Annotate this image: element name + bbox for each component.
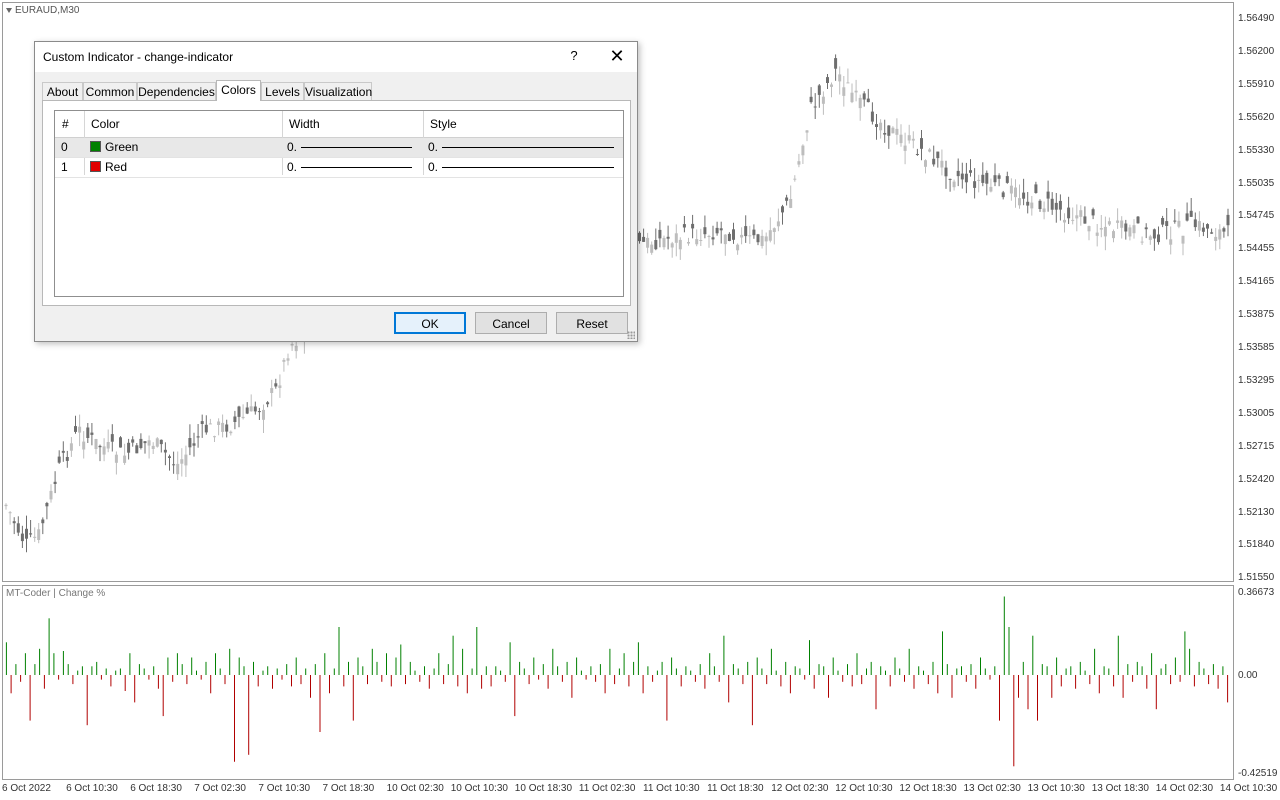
price-tick-label: 1.52715 — [1238, 440, 1275, 452]
time-tick-label: 14 Oct 10:30 — [1219, 783, 1278, 794]
tab-colors[interactable]: Colors — [216, 80, 261, 101]
color-swatch[interactable] — [90, 141, 101, 152]
width-value[interactable]: 0. — [287, 160, 297, 174]
time-tick-label: 12 Oct 18:30 — [899, 783, 957, 794]
time-tick-label: 13 Oct 10:30 — [1027, 783, 1085, 794]
style-line-preview — [442, 147, 614, 148]
indicator-axis-max: 0.36673 — [1238, 587, 1275, 598]
cancel-button[interactable]: Cancel — [475, 312, 547, 334]
time-tick-label: 10 Oct 18:30 — [514, 783, 573, 794]
time-tick-label: 11 Oct 18:30 — [707, 783, 764, 794]
dialog-titlebar[interactable]: Custom Indicator - change-indicator ? ✕ — [35, 42, 637, 72]
width-line-preview — [301, 167, 412, 168]
row-index: 0 — [61, 140, 68, 154]
dialog-title: Custom Indicator - change-indicator — [43, 50, 234, 64]
width-value[interactable]: 0. — [287, 140, 297, 154]
time-tick-label: 6 Oct 18:30 — [130, 783, 182, 794]
style-value[interactable]: 0. — [428, 140, 438, 154]
color-name[interactable]: Red — [105, 160, 127, 174]
time-tick-label: 7 Oct 18:30 — [322, 783, 375, 794]
colors-table[interactable]: # Color Width Style 0 Green 0. 0. 1 Red — [54, 110, 624, 297]
style-value[interactable]: 0. — [428, 160, 438, 174]
header-color: Color — [91, 117, 120, 131]
colors-tab-panel: # Color Width Style 0 Green 0. 0. 1 Red — [42, 100, 631, 306]
time-tick-label: 6 Oct 2022 — [2, 783, 51, 794]
tab-levels[interactable]: Levels — [261, 82, 304, 100]
custom-indicator-dialog[interactable]: Custom Indicator - change-indicator ? ✕ … — [34, 41, 638, 342]
price-tick-label: 1.53295 — [1238, 374, 1275, 386]
time-tick-label: 12 Oct 02:30 — [771, 783, 829, 794]
table-row[interactable]: 0 Green 0. 0. — [55, 138, 623, 158]
color-name[interactable]: Green — [105, 140, 138, 154]
width-line-preview — [301, 147, 412, 148]
price-tick-label: 1.51840 — [1238, 539, 1275, 551]
color-swatch[interactable] — [90, 161, 101, 172]
header-style: Style — [430, 117, 457, 131]
price-tick-label: 1.54745 — [1238, 210, 1275, 222]
time-tick-label: 14 Oct 02:30 — [1155, 783, 1214, 794]
indicator-axis-zero: 0.00 — [1238, 670, 1258, 681]
time-tick-label: 7 Oct 02:30 — [194, 783, 246, 794]
price-tick-label: 1.53875 — [1238, 309, 1275, 321]
close-button[interactable]: ✕ — [607, 46, 627, 67]
price-tick-label: 1.51550 — [1238, 572, 1275, 584]
tab-about[interactable]: About — [42, 82, 83, 100]
style-line-preview — [442, 167, 614, 168]
table-row[interactable]: 1 Red 0. 0. — [55, 158, 623, 178]
reset-button[interactable]: Reset — [556, 312, 628, 334]
indicator-label: MT-Coder | Change % — [6, 588, 106, 599]
price-tick-label: 1.53585 — [1238, 342, 1275, 353]
price-tick-label: 1.54165 — [1238, 276, 1275, 288]
time-tick-label: 7 Oct 10:30 — [258, 783, 311, 794]
time-tick-label: 10 Oct 02:30 — [386, 783, 444, 794]
time-tick-label: 11 Oct 10:30 — [643, 783, 700, 794]
price-tick-label: 1.52420 — [1238, 473, 1275, 485]
ok-button[interactable]: OK — [394, 312, 466, 334]
time-tick-label: 6 Oct 10:30 — [66, 783, 118, 794]
help-button[interactable]: ? — [565, 48, 583, 63]
price-tick-label: 1.56200 — [1238, 45, 1275, 57]
price-tick-label: 1.54455 — [1238, 243, 1275, 255]
table-header: # Color Width Style — [55, 111, 623, 138]
price-tick-label: 1.55620 — [1238, 111, 1275, 123]
row-index: 1 — [61, 160, 68, 174]
time-tick-label: 11 Oct 02:30 — [578, 783, 636, 794]
resize-grip-icon[interactable] — [627, 331, 635, 339]
price-tick-label: 1.53005 — [1238, 407, 1275, 419]
price-tick-label: 1.52130 — [1238, 506, 1275, 518]
time-tick-label: 10 Oct 10:30 — [450, 783, 508, 794]
header-index: # — [62, 117, 69, 131]
time-tick-label: 13 Oct 02:30 — [963, 783, 1021, 794]
header-width: Width — [289, 117, 320, 131]
time-tick-label: 13 Oct 18:30 — [1091, 783, 1149, 794]
price-tick-label: 1.55330 — [1238, 144, 1275, 156]
price-tick-label: 1.56490 — [1238, 13, 1275, 24]
time-tick-label: 12 Oct 10:30 — [835, 783, 893, 794]
price-tick-label: 1.55910 — [1238, 78, 1275, 90]
tab-visualization[interactable]: Visualization — [304, 82, 372, 100]
price-tick-label: 1.55035 — [1238, 177, 1275, 189]
tab-common[interactable]: Common — [83, 82, 137, 100]
indicator-axis-min: -0.42519 — [1238, 768, 1278, 779]
tab-dependencies[interactable]: Dependencies — [137, 82, 216, 100]
